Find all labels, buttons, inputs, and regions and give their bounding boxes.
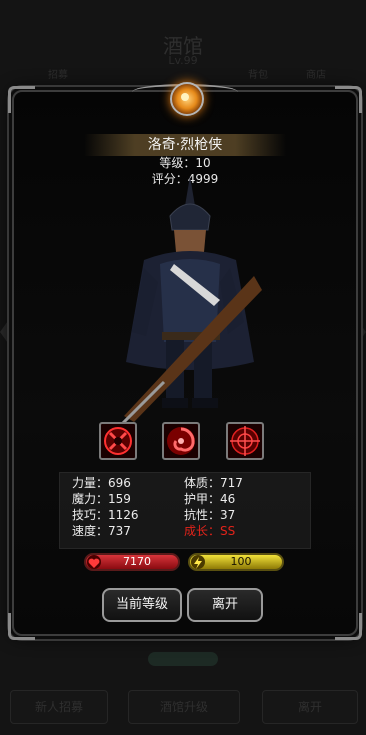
stat-armor: 护甲：46 bbox=[184, 492, 236, 506]
hp-value: 7170 bbox=[123, 555, 151, 568]
energy-value: 100 bbox=[230, 555, 252, 568]
hero-name: 洛奇·烈枪侠 bbox=[147, 137, 223, 153]
skill-slot-1[interactable] bbox=[99, 422, 137, 460]
stat-resistance: 抗性：37 bbox=[184, 508, 236, 522]
hero-detail-dialog: 洛奇·烈枪侠 等级：10 评分：4999 力量：696 体质：717 魔力：15… bbox=[8, 82, 362, 640]
background-progress-pill bbox=[148, 652, 218, 666]
stat-magic: 魔力：159 bbox=[72, 492, 131, 506]
stat-growth: 成长：SS bbox=[184, 524, 236, 538]
energy-gauge: 100 bbox=[188, 553, 284, 571]
stat-strength: 力量：696 bbox=[72, 476, 131, 490]
hero-portrait bbox=[121, 176, 262, 422]
stat-speed: 速度：737 bbox=[72, 524, 131, 538]
skill-slot-3[interactable] bbox=[226, 422, 264, 460]
stats-panel: 力量：696 体质：717 魔力：159 护甲：46 技巧：1126 抗性：37… bbox=[59, 472, 311, 549]
stat-skill: 技巧：1126 bbox=[72, 508, 139, 522]
hero-level: 等级：10 bbox=[159, 156, 211, 170]
left-arrow-icon bbox=[0, 318, 10, 346]
cross-target-icon bbox=[104, 427, 132, 455]
lightning-icon bbox=[191, 555, 205, 569]
stat-constitution: 体质：717 bbox=[184, 476, 243, 490]
background-upgrade-button: 酒馆升级 bbox=[128, 690, 240, 724]
background-right-tab-2: 商店 bbox=[306, 70, 326, 81]
hp-gauge: 7170 bbox=[84, 553, 180, 571]
current-level-button[interactable]: 当前等级 bbox=[102, 588, 182, 622]
background-recruit-button: 新人招募 bbox=[10, 690, 108, 724]
frame-corner bbox=[335, 613, 362, 640]
frame-corner bbox=[8, 86, 35, 113]
swirl-icon bbox=[167, 427, 195, 455]
leave-button[interactable]: 离开 bbox=[187, 588, 263, 622]
sun-emblem-icon bbox=[170, 82, 204, 116]
crosshair-icon bbox=[230, 426, 260, 456]
background-right-tab-1: 背包 bbox=[248, 70, 268, 81]
background-left-tab: 招募 bbox=[48, 70, 68, 81]
heart-icon bbox=[87, 555, 101, 569]
skill-slot-2[interactable] bbox=[162, 422, 200, 460]
frame-corner bbox=[335, 86, 362, 113]
frame-corner bbox=[8, 613, 35, 640]
background-leave-button: 离开 bbox=[262, 690, 358, 724]
